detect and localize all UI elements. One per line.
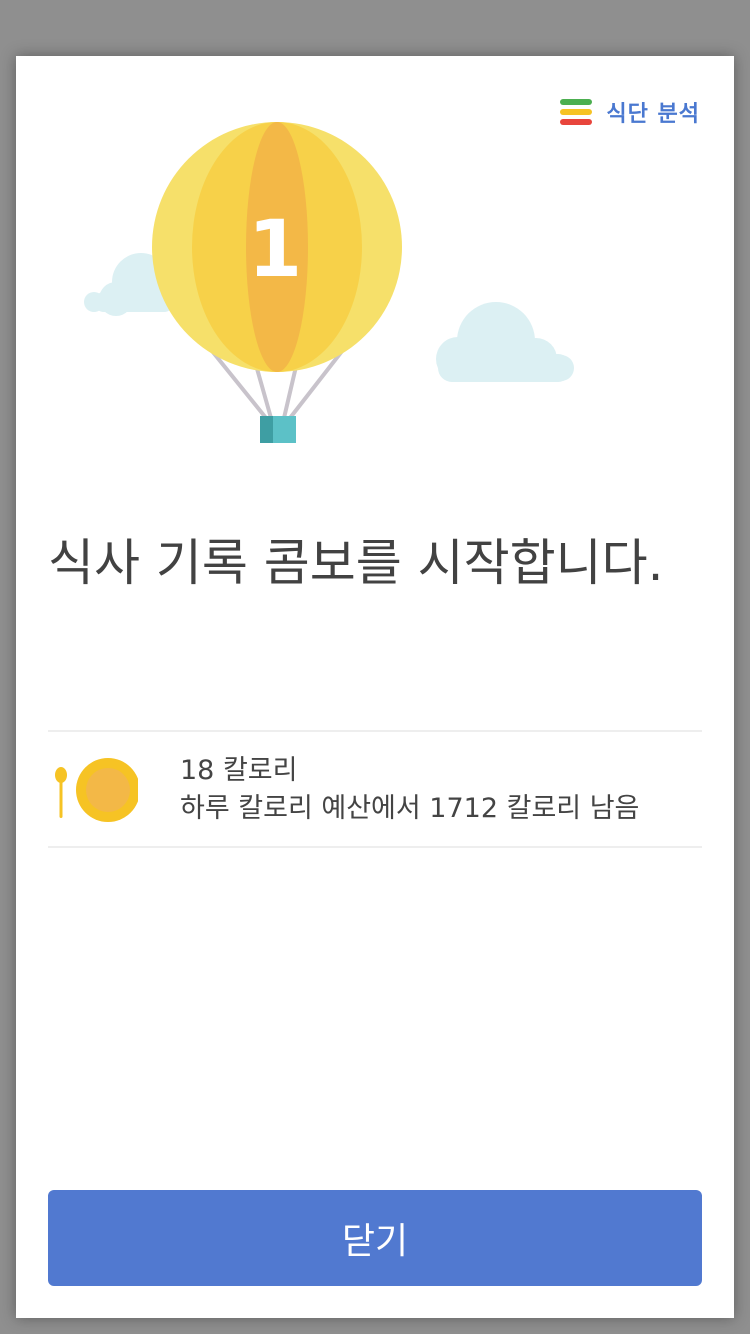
balloon-basket-icon: [260, 416, 296, 443]
page-title: 식사 기록 콤보를 시작합니다.: [48, 534, 664, 592]
calories-remaining: 하루 칼로리 예산에서 1712 칼로리 남음: [180, 793, 640, 824]
calorie-summary: 18 칼로리 하루 칼로리 예산에서 1712 칼로리 남음: [48, 730, 702, 848]
plate-spoon-icon: [55, 758, 138, 822]
calories-logged: 18 칼로리: [180, 755, 298, 786]
calorie-summary-text: 18 칼로리 하루 칼로리 예산에서 1712 칼로리 남음: [180, 752, 639, 828]
streak-number: 1: [248, 205, 302, 295]
cloud-right-icon: [436, 302, 574, 382]
hot-air-balloon-illustration: 1: [84, 122, 574, 443]
combo-dialog: 식단 분석 1 식사 기록 콤보를 시작합니다. 18 칼로리 하루 칼로리 예…: [16, 56, 734, 1318]
close-button[interactable]: 닫기: [48, 1190, 702, 1286]
